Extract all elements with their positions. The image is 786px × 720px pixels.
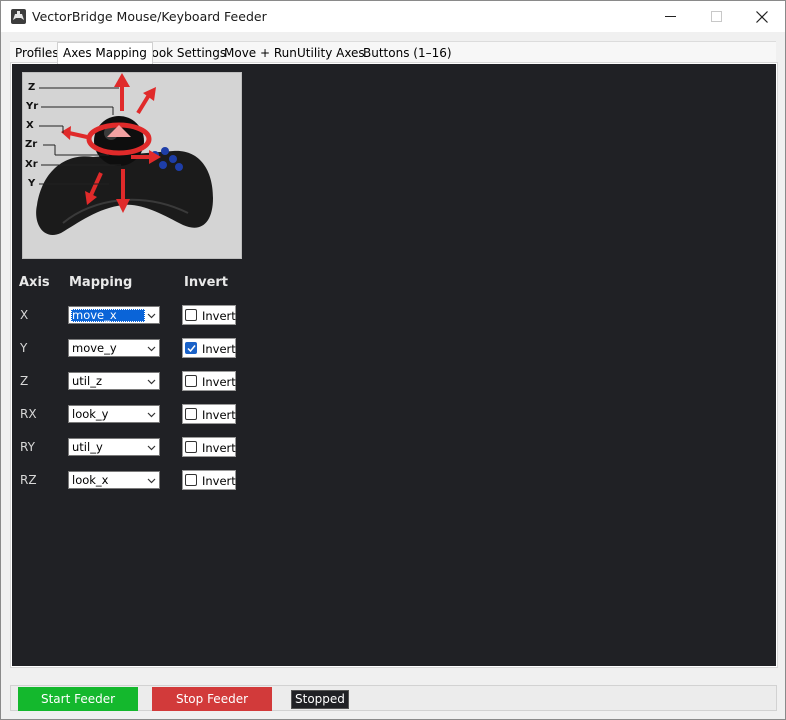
diagram-label-z: Z	[28, 82, 36, 93]
axes-mapping-panel: Z Yr X Zr Xr Y Axis Mapping Invert X mov…	[11, 63, 777, 667]
tab-profiles[interactable]: Profiles	[10, 44, 64, 63]
stop-feeder-button[interactable]: Stop Feeder	[152, 687, 272, 711]
app-window: VectorBridge Mouse/Keyboard Feeder Profi…	[0, 0, 786, 720]
checkbox-box[interactable]	[185, 474, 197, 486]
invert-checkbox-x[interactable]: Invert	[182, 305, 236, 325]
mapping-column-header: Mapping	[69, 275, 133, 290]
checkbox-box[interactable]	[185, 342, 197, 354]
axis-label-rx: RX	[20, 407, 37, 421]
mapping-select-ry[interactable]: util_y	[68, 438, 160, 456]
axis-label-ry: RY	[20, 440, 35, 454]
invert-label: Invert	[202, 342, 236, 356]
axis-label-x: X	[20, 308, 29, 322]
axis-column-header: Axis	[19, 275, 50, 290]
minimize-button[interactable]	[647, 1, 693, 32]
tab-axes-mapping[interactable]: Axes Mapping	[57, 42, 153, 64]
mapping-select-z[interactable]: util_z	[68, 372, 160, 390]
maximize-button[interactable]	[693, 1, 739, 32]
chevron-down-icon	[147, 313, 156, 319]
invert-column-header: Invert	[184, 275, 229, 290]
mapping-select-value: look_y	[72, 407, 109, 421]
minimize-icon	[664, 16, 676, 17]
app-gamepad-icon	[11, 9, 26, 24]
invert-label: Invert	[202, 375, 236, 389]
status-label: Stopped	[291, 690, 349, 709]
mapping-select-rx[interactable]: look_y	[68, 405, 160, 423]
tab-strip: Profiles Axes Mapping Look Settings Move…	[10, 41, 776, 64]
close-button[interactable]	[739, 1, 785, 32]
diagram-label-y: Y	[28, 178, 36, 189]
checkbox-box[interactable]	[185, 441, 197, 453]
mapping-select-value: move_y	[72, 341, 117, 355]
axis-label-z: Z	[20, 374, 29, 388]
maximize-icon	[710, 11, 722, 22]
window-title: VectorBridge Mouse/Keyboard Feeder	[32, 9, 267, 24]
invert-checkbox-y[interactable]: Invert	[182, 338, 236, 358]
invert-checkbox-z[interactable]: Invert	[182, 371, 236, 391]
control-bar: Start Feeder Stop Feeder Stopped	[10, 685, 777, 711]
chevron-down-icon	[147, 412, 156, 418]
controller-axes-diagram: Z Yr X Zr Xr Y	[22, 72, 242, 259]
chevron-down-icon	[147, 346, 156, 352]
title-bar[interactable]: VectorBridge Mouse/Keyboard Feeder	[1, 1, 785, 32]
tab-look-settings[interactable]: Look Settings	[140, 44, 231, 63]
spaceball-controller-image	[36, 73, 213, 235]
mapping-select-x[interactable]: move_x	[68, 306, 160, 324]
diagram-label-zr: Zr	[25, 139, 38, 150]
mapping-select-value: move_x	[71, 309, 145, 322]
mapping-select-rz[interactable]: look_x	[68, 471, 160, 489]
invert-label: Invert	[202, 474, 236, 488]
checkbox-box[interactable]	[185, 375, 197, 387]
invert-checkbox-ry[interactable]: Invert	[182, 437, 236, 457]
diagram-label-yr: Yr	[26, 101, 39, 112]
checkbox-box[interactable]	[185, 408, 197, 420]
invert-checkbox-rx[interactable]: Invert	[182, 404, 236, 424]
invert-checkbox-rz[interactable]: Invert	[182, 470, 236, 490]
tab-buttons[interactable]: Buttons (1–16)	[358, 44, 457, 63]
start-feeder-button[interactable]: Start Feeder	[18, 687, 138, 711]
mapping-select-value: look_x	[72, 473, 109, 487]
checkbox-box[interactable]	[185, 309, 197, 321]
diagram-label-x: X	[26, 120, 34, 131]
invert-label: Invert	[202, 309, 236, 323]
diagram-label-xr: Xr	[25, 159, 38, 170]
close-icon	[756, 10, 768, 23]
tab-move-run[interactable]: Move + Run	[219, 44, 302, 63]
mapping-select-value: util_z	[72, 374, 102, 388]
axis-label-rz: RZ	[20, 473, 37, 487]
invert-label: Invert	[202, 408, 236, 422]
chevron-down-icon	[147, 478, 156, 484]
invert-label: Invert	[202, 441, 236, 455]
checkmark-icon	[187, 345, 196, 353]
chevron-down-icon	[147, 379, 156, 385]
chevron-down-icon	[147, 445, 156, 451]
axis-label-y: Y	[20, 341, 28, 355]
mapping-select-y[interactable]: move_y	[68, 339, 160, 357]
mapping-select-value: util_y	[72, 440, 103, 454]
